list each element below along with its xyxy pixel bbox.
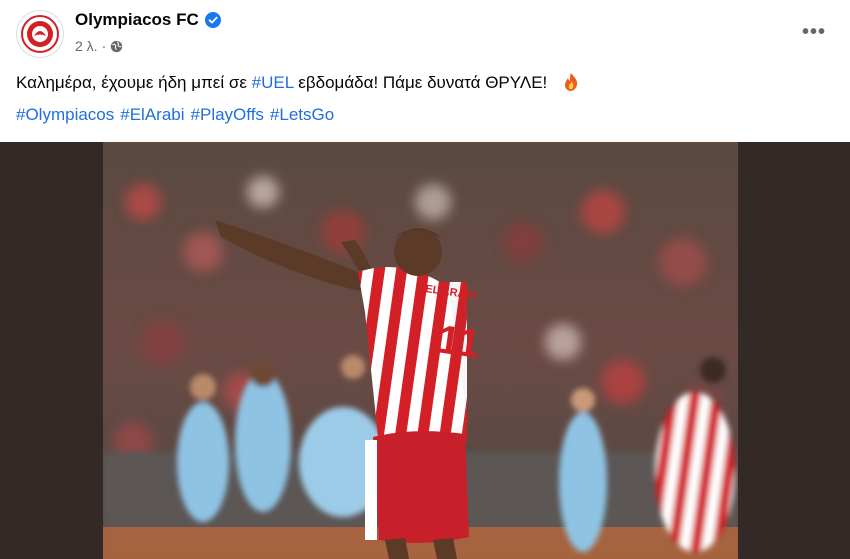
football-celebration-photo: 11 EL ARABI: [103, 142, 738, 559]
more-options-button[interactable]: •••: [798, 16, 830, 48]
post-timestamp[interactable]: 2 λ.: [75, 38, 98, 54]
post-text-start: Καλημέρα, έχουμε ήδη μπεί σε: [16, 73, 252, 92]
meta-separator: ·: [101, 38, 107, 54]
post-header: Olympiacos FC 2 λ. · •••: [0, 0, 850, 62]
post-photo[interactable]: 11 EL ARABI: [103, 142, 738, 559]
post-media[interactable]: 11 EL ARABI: [0, 142, 850, 559]
post-text: Καλημέρα, έχουμε ήδη μπεί σε #UEL εβδομά…: [16, 72, 834, 94]
hashtag-link[interactable]: #Olympiacos: [16, 105, 114, 125]
hashtag-list: #Olympiacos #ElArabi #PlayOffs #LetsGo: [16, 105, 334, 125]
fire-icon: [565, 73, 578, 91]
verified-badge-icon: [204, 12, 221, 28]
globe-icon: [111, 40, 123, 52]
hashtag-uel-link[interactable]: #UEL: [252, 73, 294, 92]
post-text-end: εβδομάδα! Πάμε δυνατά ΘΡΥΛΕ!: [293, 73, 548, 92]
hashtag-link[interactable]: #PlayOffs: [191, 105, 264, 125]
hashtag-link[interactable]: #LetsGo: [270, 105, 334, 125]
post-meta: 2 λ. ·: [75, 38, 123, 54]
olympiacos-crest-icon: [21, 15, 59, 53]
hashtag-link[interactable]: #ElArabi: [120, 105, 184, 125]
page-name[interactable]: Olympiacos FC: [75, 10, 221, 30]
more-options-icon: •••: [801, 21, 826, 43]
jersey-number: 11: [435, 317, 483, 366]
page-name-text[interactable]: Olympiacos FC: [75, 10, 199, 30]
page-avatar[interactable]: [16, 10, 64, 58]
